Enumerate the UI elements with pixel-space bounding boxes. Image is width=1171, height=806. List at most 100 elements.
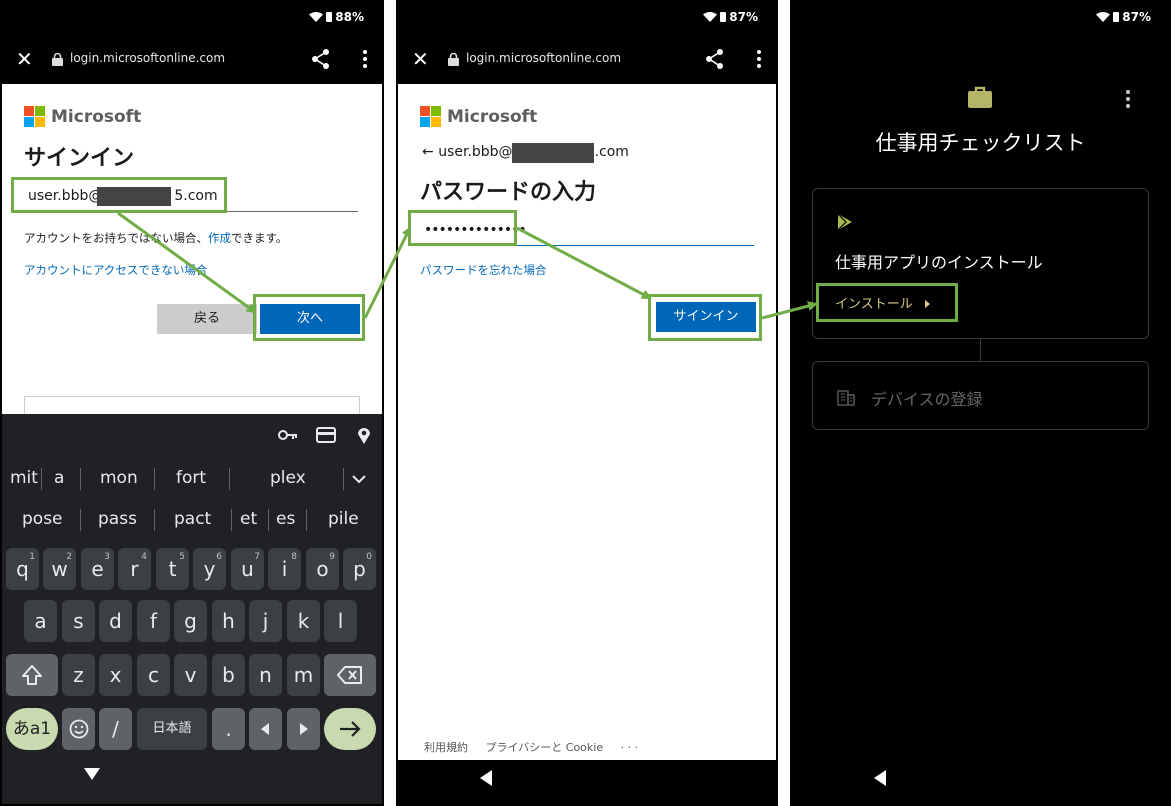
footer-more[interactable]: · · · — [621, 741, 638, 754]
credit-card-icon[interactable] — [316, 426, 336, 444]
backspace-key[interactable] — [324, 654, 376, 696]
privacy-link[interactable]: プライバシーと Cookie — [486, 741, 604, 754]
enter-key[interactable] — [324, 708, 376, 750]
suggestion[interactable]: pose — [22, 509, 63, 529]
suggestion[interactable]: fort — [176, 468, 206, 488]
key-m[interactable]: m — [287, 654, 320, 696]
key-z[interactable]: z — [62, 654, 95, 696]
suggestion[interactable]: plex — [270, 468, 306, 488]
suggestion[interactable]: a — [54, 468, 64, 488]
more-menu-icon[interactable] — [756, 50, 762, 70]
phone-screen-password: 87% ✕ login.microsoftonline.com Microsof… — [396, 0, 778, 806]
key-j[interactable]: j — [249, 600, 282, 642]
key-p[interactable]: p0 — [343, 548, 376, 590]
lock-icon — [52, 53, 63, 66]
key-g[interactable]: g — [174, 600, 207, 642]
key-l[interactable]: l — [324, 600, 357, 642]
suggestion[interactable]: et — [240, 509, 257, 529]
brand-name: Microsoft — [51, 106, 142, 127]
location-pin-icon[interactable] — [354, 426, 374, 444]
suggestion[interactable]: es — [276, 509, 295, 529]
arrow-right-icon — [340, 721, 361, 737]
suggestion-divider — [231, 509, 232, 531]
battery-icon — [1113, 12, 1120, 22]
microsoft-logo-icon — [24, 106, 45, 127]
back-button[interactable]: 戻る — [157, 304, 257, 334]
cant-access-link[interactable]: アカウントにアクセスできない場合 — [24, 262, 207, 278]
key-w[interactable]: w2 — [43, 548, 76, 590]
page-footer: 利用規約 プライバシーと Cookie · · · — [424, 739, 638, 755]
url-text[interactable]: login.microsoftonline.com — [466, 51, 621, 65]
suggestion-divider — [154, 509, 155, 531]
key-e[interactable]: e3 — [81, 548, 114, 590]
share-icon[interactable] — [704, 48, 726, 70]
more-menu-icon[interactable] — [362, 50, 368, 70]
suggestion[interactable]: pact — [174, 509, 211, 529]
key-s[interactable]: s — [62, 600, 95, 642]
period-key[interactable]: . — [212, 708, 245, 750]
key-y[interactable]: y6 — [193, 548, 226, 590]
hide-keyboard-icon[interactable] — [84, 768, 100, 780]
key-a[interactable]: a — [24, 600, 57, 642]
key-t[interactable]: t5 — [156, 548, 189, 590]
suggestion[interactable]: pile — [328, 509, 359, 529]
key-q[interactable]: q1 — [6, 548, 39, 590]
redaction-block — [512, 143, 594, 163]
lock-icon — [448, 53, 459, 66]
shift-key[interactable] — [6, 654, 58, 696]
status-bar: 87% — [790, 0, 1171, 36]
slash-key[interactable]: / — [99, 708, 132, 750]
key-i[interactable]: i8 — [268, 548, 301, 590]
browser-url-bar: ✕ login.microsoftonline.com — [396, 36, 778, 84]
more-menu-icon[interactable] — [1126, 90, 1131, 111]
language-switch-key[interactable]: あa1 — [6, 708, 58, 750]
space-key[interactable]: 日本語 — [137, 708, 207, 750]
key-n[interactable]: n — [249, 654, 282, 696]
back-nav-icon[interactable] — [480, 770, 492, 786]
page-title: サインイン — [24, 146, 135, 171]
cursor-right-key[interactable] — [287, 708, 320, 750]
suggestion[interactable]: mon — [100, 468, 138, 488]
key-icon[interactable] — [278, 426, 298, 444]
shift-icon — [22, 665, 42, 685]
key-f[interactable]: f — [137, 600, 170, 642]
create-account-link[interactable]: 作成 — [208, 231, 231, 245]
emoji-icon — [69, 719, 89, 739]
highlight-install-link — [816, 283, 958, 322]
nav-bar — [790, 754, 1171, 804]
forgot-password-link[interactable]: パスワードを忘れた場合 — [420, 262, 547, 278]
key-b[interactable]: b — [212, 654, 245, 696]
chevron-down-icon[interactable] — [352, 474, 366, 484]
key-r[interactable]: r4 — [118, 548, 151, 590]
emoji-key[interactable] — [62, 708, 95, 750]
back-nav-icon[interactable] — [874, 770, 886, 786]
key-c[interactable]: c — [137, 654, 170, 696]
key-u[interactable]: u7 — [231, 548, 264, 590]
key-k[interactable]: k — [287, 600, 320, 642]
url-text[interactable]: login.microsoftonline.com — [70, 51, 225, 65]
suggestion-row-2: pose pass pact et es pile — [2, 499, 382, 539]
microsoft-logo-icon — [420, 106, 441, 127]
share-icon[interactable] — [310, 48, 332, 70]
browser-url-bar: ✕ login.microsoftonline.com — [0, 36, 384, 84]
suggestion[interactable]: pass — [98, 509, 137, 529]
suggestion-divider — [343, 468, 344, 490]
close-icon[interactable]: ✕ — [16, 49, 33, 69]
terms-link[interactable]: 利用規約 — [424, 741, 468, 754]
key-v[interactable]: v — [174, 654, 207, 696]
key-d[interactable]: d — [99, 600, 132, 642]
page-title: 仕事用チェックリスト — [875, 131, 1086, 155]
back-arrow-icon[interactable]: ← — [422, 144, 434, 160]
play-store-icon — [837, 213, 852, 231]
suggestion-divider — [268, 509, 269, 531]
composite-screenshot: 88% ✕ login.microsoftonline.com Microsof… — [0, 0, 1171, 806]
key-o[interactable]: o9 — [306, 548, 339, 590]
step-connector — [980, 339, 981, 361]
close-icon[interactable]: ✕ — [412, 49, 429, 69]
key-h[interactable]: h — [212, 600, 245, 642]
key-x[interactable]: x — [99, 654, 132, 696]
suggestion-row-1: mit a mon fort plex — [2, 458, 382, 498]
suggestion[interactable]: mit — [10, 468, 38, 488]
left-arrow-icon — [261, 723, 269, 735]
cursor-left-key[interactable] — [249, 708, 282, 750]
